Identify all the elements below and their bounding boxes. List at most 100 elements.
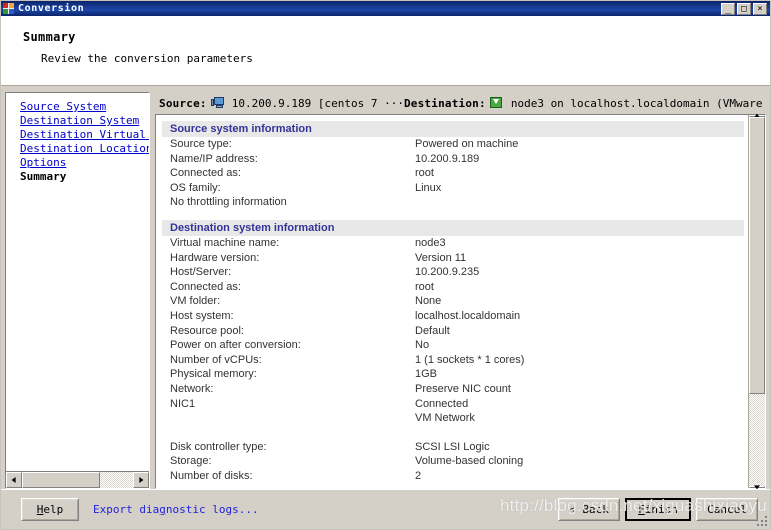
info-row-key: Storage: <box>170 455 212 468</box>
wizard-steps-list: Source System Destination System Destinati… <box>6 93 149 471</box>
wizard-steps-panel: Source System Destination System Destinati… <box>5 92 150 489</box>
info-row: Source type: Powered on machine <box>156 137 748 152</box>
resize-grip-icon[interactable] <box>756 515 768 527</box>
finish-button[interactable]: Finish <box>625 498 691 521</box>
conversion-app-icon <box>3 3 14 14</box>
info-row-value: 2 <box>415 469 422 482</box>
info-row-value: root <box>415 280 434 293</box>
cancel-button[interactable]: Cancel <box>696 498 758 521</box>
minimize-icon: _ <box>724 2 732 14</box>
scroll-down-arrow-icon[interactable] <box>749 485 765 490</box>
window-controls: _ □ × <box>721 2 769 15</box>
section-heading: Destination system information <box>162 219 744 236</box>
info-row: Connected as: root <box>156 166 748 181</box>
info-row-value: localhost.localdomain <box>415 309 521 322</box>
info-row-value: Connected <box>415 397 469 410</box>
vm-icon <box>489 97 503 109</box>
info-row: NIC1 Connected <box>156 397 748 412</box>
info-row-value: 1GB <box>415 368 438 381</box>
info-row-value: Version 11 <box>415 251 467 264</box>
info-row-value: No <box>415 339 430 352</box>
minimize-button[interactable]: _ <box>721 2 735 15</box>
info-row-key: Number of vCPUs: <box>170 353 262 366</box>
info-row-value: 10.200.9.189 <box>415 152 480 165</box>
info-row-value: SCSI LSI Logic <box>415 440 490 453</box>
info-row: VM folder: None <box>156 294 748 309</box>
info-row: Network: Preserve NIC count <box>156 382 748 397</box>
page-header: Summary Review the conversion parameters <box>1 16 770 86</box>
info-row-value: node3 <box>415 236 446 249</box>
page-title: Summary <box>23 30 76 44</box>
source-value: 10.200.9.189 [centos 7 ··· <box>231 96 404 110</box>
destination-value: node3 on localhost.localdomain (VMware E… <box>510 96 766 110</box>
info-row-key: No throttling information <box>170 196 287 209</box>
sidebar-scroll-thumb[interactable] <box>22 472 100 488</box>
sidebar-item-source-system[interactable]: Source System <box>20 100 149 114</box>
info-row: Physical memory: 1GB <box>156 367 748 382</box>
help-button[interactable]: Help <box>21 498 79 521</box>
export-diagnostic-logs-link[interactable]: Export diagnostic logs... <box>93 503 259 516</box>
maximize-icon: □ <box>741 3 747 14</box>
content-scroll-track[interactable] <box>749 117 765 486</box>
info-row-key <box>170 411 415 426</box>
destination-label: Destination: <box>403 96 486 110</box>
info-row: Host/Server: 10.200.9.235 <box>156 265 748 280</box>
source-destination-bar: Source: 10.200.9.189 [centos 7 ··· Desti… <box>155 92 766 114</box>
info-row-key: Number of disks: <box>170 469 253 482</box>
conversion-window: Conversion _ □ × Summary Review the conv… <box>0 0 771 530</box>
info-row: No throttling information <box>156 195 748 210</box>
info-row: VM Network <box>156 411 748 426</box>
info-row: Storage: Volume-based cloning <box>156 454 748 469</box>
info-row: Power on after conversion: No <box>156 338 748 353</box>
window-title: Conversion <box>18 3 85 14</box>
info-row-key: NIC1 <box>170 397 196 410</box>
section-heading: Source system information <box>162 121 744 137</box>
sidebar-item-summary: Summary <box>20 170 67 183</box>
back-button[interactable]: < Back <box>558 498 620 521</box>
help-button-label-rest: elp <box>43 503 64 516</box>
info-row-key: Host/Server: <box>170 266 232 279</box>
info-row-key: Connected as: <box>170 280 241 293</box>
info-row-value: Preserve NIC count <box>415 382 511 395</box>
info-row: Connected as: root <box>156 280 748 295</box>
info-row-value: 1 (1 sockets * 1 cores) <box>415 353 525 366</box>
info-row-value: root <box>415 167 434 180</box>
info-row-key: Power on after conversion: <box>170 339 301 352</box>
sidebar-horizontal-scrollbar[interactable] <box>6 471 149 488</box>
page-subtitle: Review the conversion parameters <box>41 52 253 65</box>
sidebar-item-destination-location[interactable]: Destination Location <box>20 142 149 156</box>
info-row: Number of vCPUs: 1 (1 sockets * 1 cores) <box>156 353 748 368</box>
info-row-value: Linux <box>415 181 442 194</box>
source-label: Source: <box>159 96 207 110</box>
info-row-key: Virtual machine name: <box>170 236 280 249</box>
content-scroll-thumb[interactable] <box>749 117 765 394</box>
sidebar-scroll-track[interactable] <box>22 472 133 488</box>
close-icon: × <box>757 3 763 14</box>
info-row-value: None <box>415 295 442 308</box>
info-row: Host system: localhost.localdomain <box>156 309 748 324</box>
content-vertical-scrollbar[interactable] <box>748 113 765 490</box>
scroll-right-arrow-icon[interactable] <box>133 472 149 488</box>
info-row: Resource pool: Default <box>156 324 748 339</box>
info-row-value <box>415 195 748 210</box>
info-row-key: VM folder: <box>170 295 221 308</box>
body-area: Source System Destination System Destinati… <box>1 86 770 490</box>
sidebar-item-destination-system[interactable]: Destination System <box>20 114 149 128</box>
info-row: Virtual machine name: node3 <box>156 236 748 251</box>
summary-panel: Source system information Source type: Pow… <box>155 113 766 490</box>
info-row-value: Default <box>415 324 450 337</box>
info-row-value: Powered on machine <box>415 138 519 150</box>
sidebar-item-options[interactable]: Options <box>20 156 149 170</box>
info-row-key: Host system: <box>170 309 234 322</box>
sidebar-item-destination-virtual-m[interactable]: Destination Virtual M <box>20 128 149 142</box>
wizard-nav-buttons: < Back Finish Cancel <box>558 498 758 521</box>
info-row: Name/IP address: 10.200.9.189 <box>156 152 748 167</box>
maximize-button[interactable]: □ <box>737 2 751 15</box>
close-button[interactable]: × <box>753 2 767 15</box>
info-row: Number of disks: 2 <box>156 469 748 484</box>
info-row: OS family: Linux <box>156 181 748 196</box>
info-row-value: VM Network <box>415 412 475 425</box>
info-row-value: 10.200.9.235 <box>415 266 480 279</box>
scroll-left-arrow-icon[interactable] <box>6 472 22 488</box>
